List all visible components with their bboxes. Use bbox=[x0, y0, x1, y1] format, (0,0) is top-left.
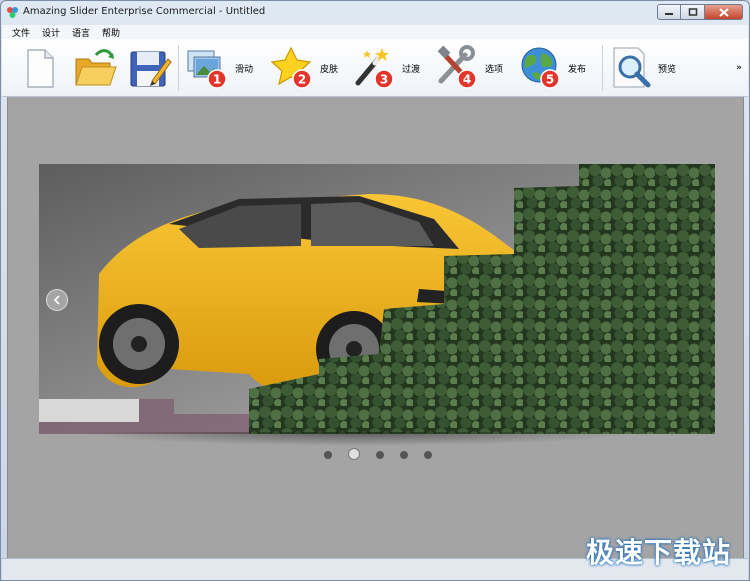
slider-pagination bbox=[324, 448, 448, 460]
preview-canvas bbox=[7, 97, 744, 558]
save-icon bbox=[130, 51, 172, 87]
preview-label: 预览 bbox=[658, 65, 677, 75]
new-document-icon bbox=[27, 49, 54, 88]
app-logo-icon bbox=[7, 7, 18, 18]
svg-text:3: 3 bbox=[380, 73, 388, 87]
toolbar-separator bbox=[602, 45, 603, 91]
maximize-button[interactable] bbox=[681, 4, 705, 20]
options-tools-icon: 4 bbox=[437, 45, 477, 89]
svg-text:2: 2 bbox=[298, 73, 306, 87]
slides-icon: 1 bbox=[187, 50, 227, 89]
skin-label: 皮肤 bbox=[320, 65, 339, 75]
preview-button[interactable]: 预览 bbox=[610, 45, 690, 91]
slides-label: 滑动 bbox=[235, 65, 254, 75]
menu-bar: 文件 设计 语言 帮助 bbox=[2, 25, 748, 39]
slides-button[interactable]: 1 滑动 bbox=[185, 45, 265, 91]
window-controls bbox=[657, 4, 743, 20]
publish-globe-icon: 5 bbox=[521, 47, 560, 89]
new-button[interactable] bbox=[16, 45, 62, 91]
options-button[interactable]: 4 选项 bbox=[435, 45, 515, 91]
menu-language[interactable]: 语言 bbox=[72, 26, 90, 39]
publish-button[interactable]: 5 发布 bbox=[518, 45, 598, 91]
maximize-icon bbox=[688, 8, 697, 16]
transition-wand-icon: 3 bbox=[355, 48, 394, 89]
window-title: Amazing Slider Enterprise Commercial - U… bbox=[23, 6, 266, 17]
slider-dot[interactable] bbox=[400, 450, 408, 459]
slide-shadow bbox=[78, 432, 638, 446]
publish-label: 发布 bbox=[568, 65, 587, 75]
svg-text:1: 1 bbox=[213, 73, 221, 87]
slider-dot-active[interactable] bbox=[348, 448, 360, 460]
slider-dot[interactable] bbox=[376, 450, 384, 459]
toolbar-separator bbox=[178, 45, 179, 91]
transition-label: 过渡 bbox=[402, 65, 421, 75]
title-bar[interactable]: Amazing Slider Enterprise Commercial - U… bbox=[1, 1, 749, 25]
skin-star-icon: 2 bbox=[270, 46, 312, 89]
menu-design[interactable]: 设计 bbox=[42, 26, 60, 39]
options-label: 选项 bbox=[485, 65, 504, 75]
preview-magnifier-icon bbox=[613, 47, 651, 88]
transition-button[interactable]: 3 过渡 bbox=[352, 45, 432, 91]
open-button[interactable] bbox=[72, 45, 118, 91]
svg-text:5: 5 bbox=[546, 73, 554, 87]
toolbar: 1 滑动 2 皮肤 3 过渡 4 选项 5 发布 预览 » bbox=[2, 39, 748, 97]
slider-prev-button[interactable] bbox=[46, 289, 68, 311]
minimize-icon bbox=[665, 13, 673, 15]
watermark-text: 极速下载站 bbox=[585, 536, 731, 569]
close-button[interactable] bbox=[705, 4, 743, 20]
menu-help[interactable]: 帮助 bbox=[102, 26, 120, 39]
menu-file[interactable]: 文件 bbox=[12, 26, 30, 39]
save-button[interactable] bbox=[126, 45, 172, 91]
app-window: Amazing Slider Enterprise Commercial - U… bbox=[0, 0, 750, 581]
svg-text:4: 4 bbox=[463, 73, 471, 87]
close-icon bbox=[718, 7, 729, 17]
slider-dot[interactable] bbox=[324, 450, 332, 459]
slider-preview bbox=[39, 164, 715, 434]
slide-image bbox=[39, 164, 715, 434]
toolbar-overflow-button[interactable]: » bbox=[736, 63, 742, 73]
slider-dot[interactable] bbox=[424, 450, 432, 459]
skin-button[interactable]: 2 皮肤 bbox=[270, 45, 350, 91]
minimize-button[interactable] bbox=[657, 4, 681, 20]
open-folder-icon bbox=[75, 49, 117, 86]
chevron-left-icon bbox=[53, 295, 60, 305]
